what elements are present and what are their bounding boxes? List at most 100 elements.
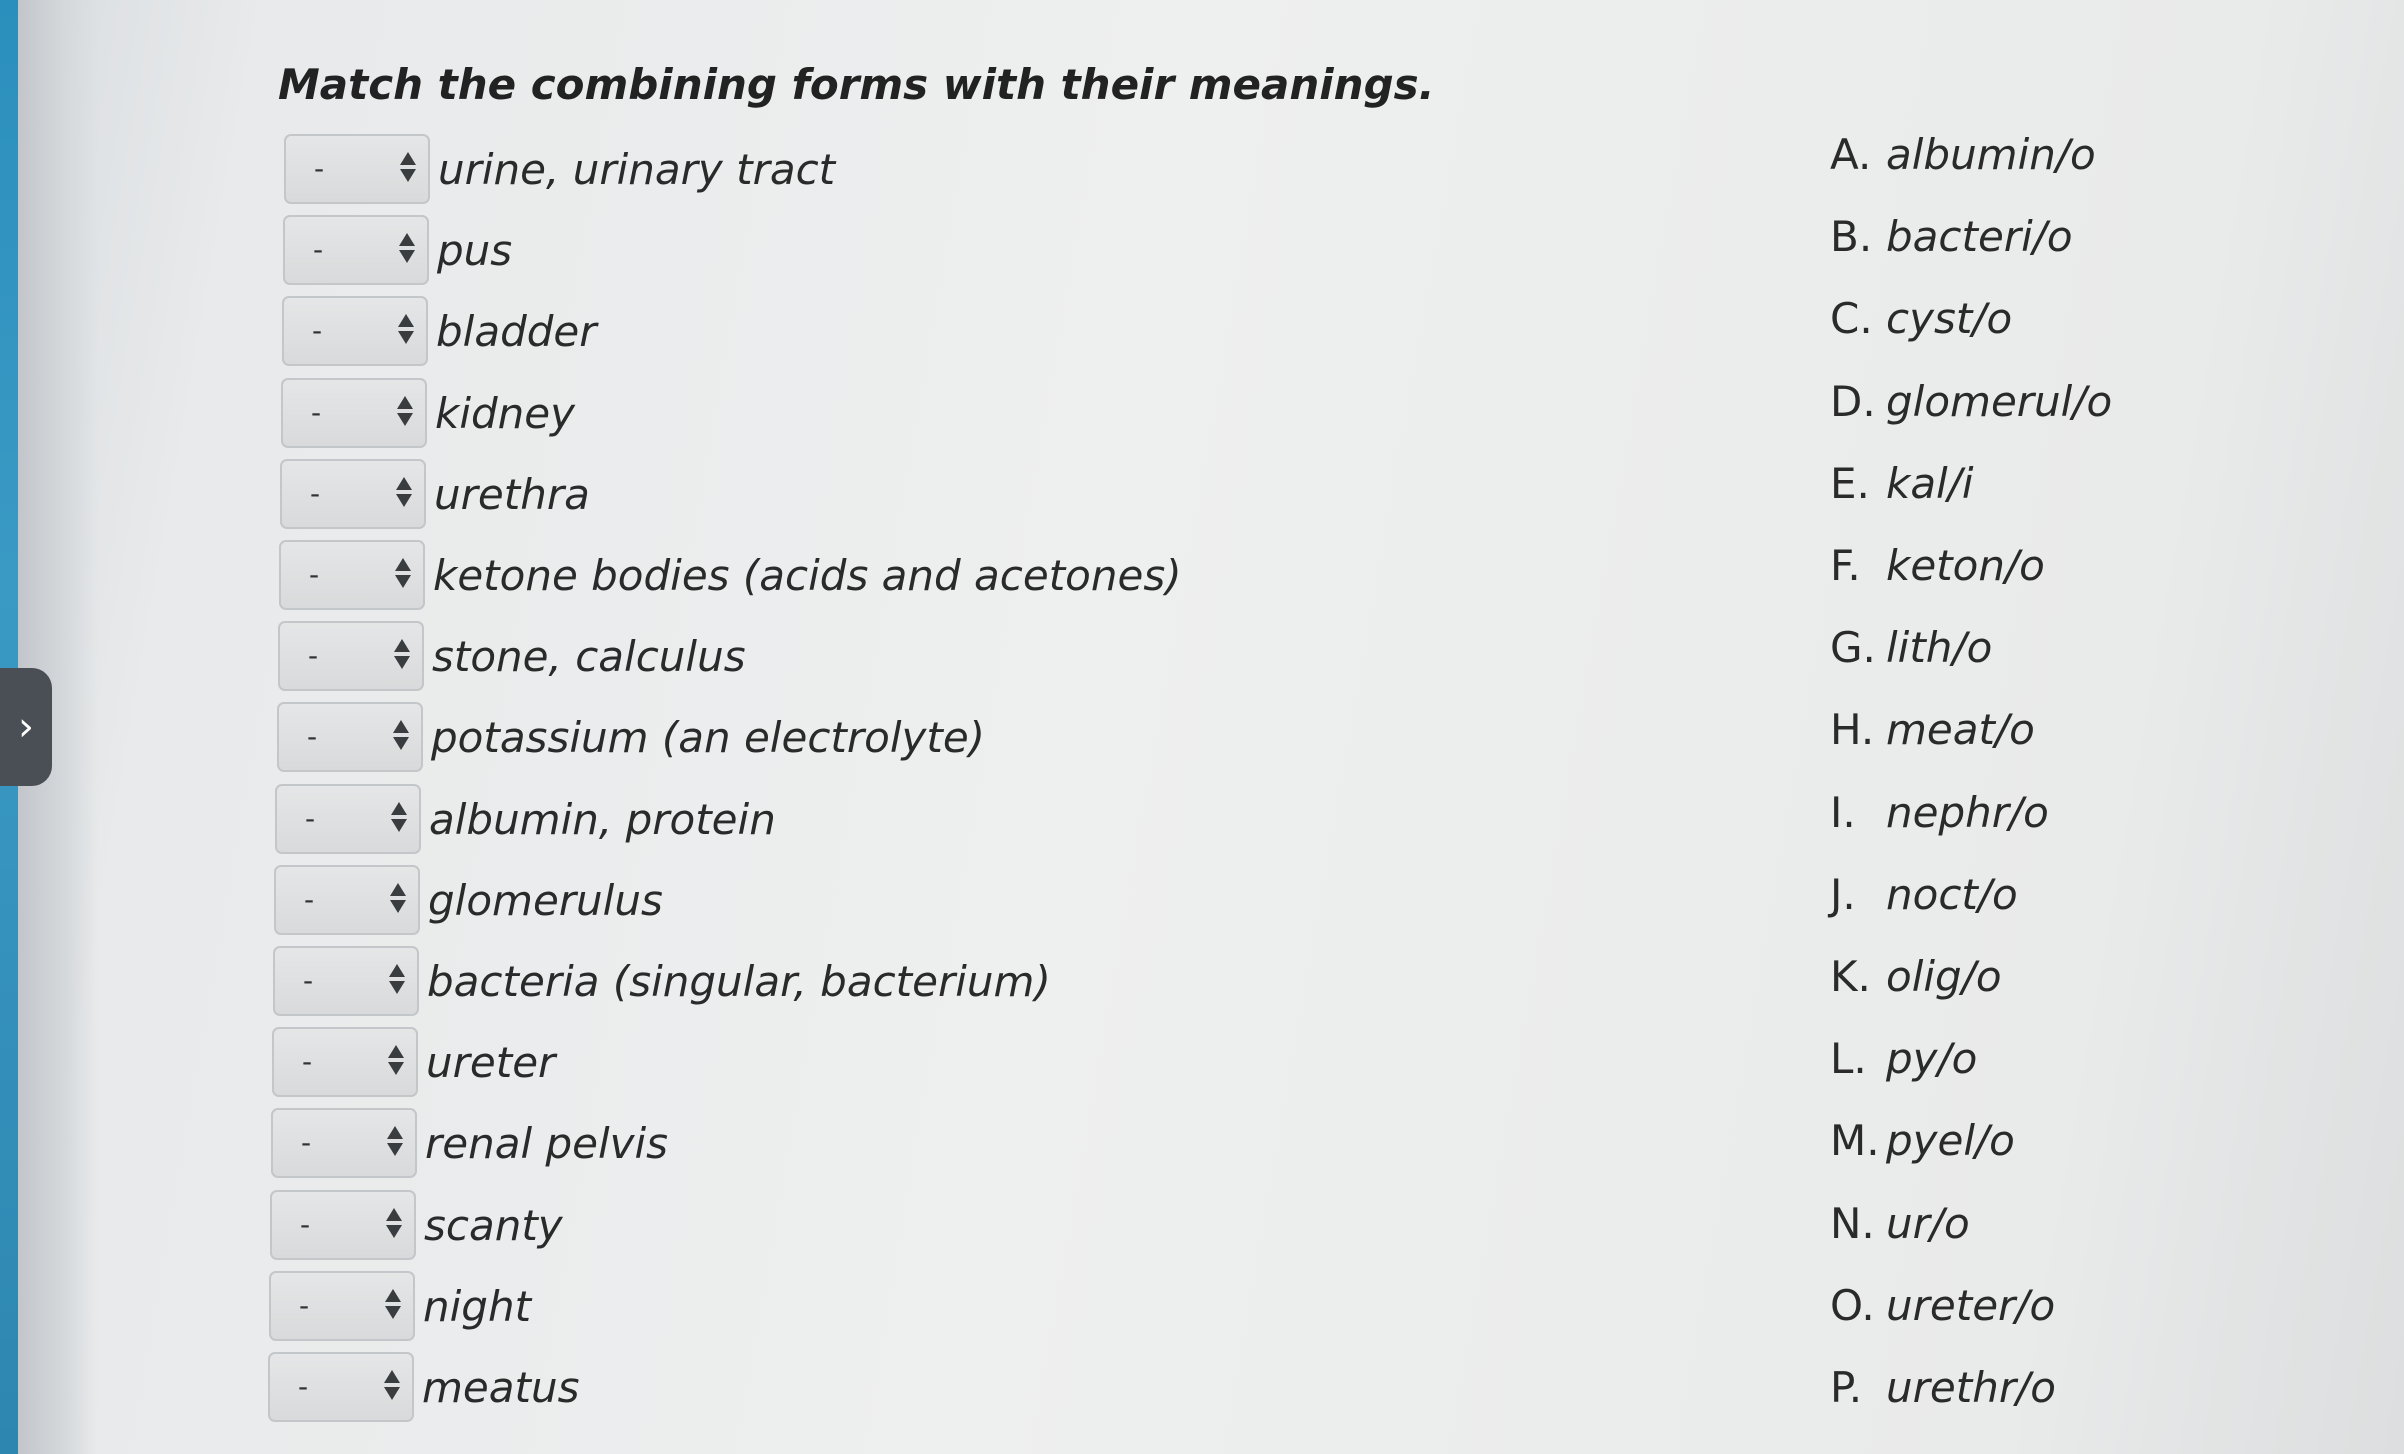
arrow-down-icon (399, 250, 415, 263)
answer-select[interactable]: - (279, 540, 425, 610)
select-arrows-icon (400, 152, 416, 182)
meaning-text: albumin, protein (429, 794, 776, 844)
answer-option: G. lith/o (1830, 623, 1992, 672)
answer-select[interactable]: - (282, 296, 428, 366)
answer-option: N. ur/o (1830, 1199, 1970, 1248)
combining-form: ureter/o (1886, 1281, 2056, 1330)
arrow-up-icon (393, 720, 409, 733)
arrow-down-icon (385, 1306, 401, 1319)
match-row: - bacteria (singular, bacterium) (273, 944, 1051, 1018)
answer-select[interactable]: - (284, 134, 430, 204)
select-arrows-icon (399, 233, 415, 263)
option-letter: E. (1830, 459, 1870, 508)
arrow-down-icon (386, 1225, 402, 1238)
option-letter: A. (1830, 130, 1872, 179)
answer-select[interactable]: - (269, 1271, 415, 1341)
option-letter: O. (1830, 1281, 1875, 1330)
meaning-text: pus (437, 225, 513, 275)
answer-option: F. keton/o (1830, 541, 2045, 590)
answer-option: A. albumin/o (1830, 130, 2096, 179)
meaning-text: renal pelvis (425, 1118, 669, 1168)
answer-option: H. meat/o (1830, 705, 2035, 754)
arrow-up-icon (384, 1370, 400, 1383)
match-row: - stone, calculus (278, 619, 746, 693)
combining-form: glomerul/o (1886, 377, 2113, 426)
arrow-up-icon (395, 558, 411, 571)
arrow-down-icon (397, 413, 413, 426)
arrow-up-icon (400, 152, 416, 165)
answer-option: P. urethr/o (1830, 1363, 2056, 1412)
combining-form: py/o (1886, 1034, 1978, 1083)
combining-form: nephr/o (1886, 788, 2049, 837)
combining-form: kal/i (1886, 459, 1974, 508)
meaning-text: bacteria (singular, bacterium) (427, 956, 1051, 1006)
combining-form: meat/o (1886, 705, 2035, 754)
answer-option: O. ureter/o (1830, 1281, 2055, 1330)
combining-form: ur/o (1886, 1199, 1970, 1248)
option-letter: B. (1830, 212, 1873, 261)
arrow-down-icon (395, 575, 411, 588)
select-value: - (312, 314, 323, 347)
combining-form: albumin/o (1886, 130, 2096, 179)
answer-select[interactable]: - (278, 621, 424, 691)
arrow-down-icon (391, 819, 407, 832)
answer-option: M. pyel/o (1830, 1116, 2015, 1165)
select-value: - (303, 964, 314, 997)
answer-option: C. cyst/o (1830, 294, 2012, 343)
select-value: - (299, 1289, 310, 1322)
answer-select[interactable]: - (281, 378, 427, 448)
meaning-text: scanty (424, 1200, 563, 1250)
answer-select[interactable]: - (271, 1108, 417, 1178)
meaning-text: glomerulus (428, 875, 663, 925)
arrow-up-icon (398, 314, 414, 327)
option-letter: H. (1830, 705, 1875, 754)
meaning-text: bladder (436, 306, 597, 356)
answer-select[interactable]: - (275, 784, 421, 854)
match-row: - glomerulus (274, 863, 663, 937)
combining-form: lith/o (1886, 623, 1993, 672)
combining-form: noct/o (1886, 870, 2018, 919)
answer-select[interactable]: - (272, 1027, 418, 1097)
select-value: - (301, 1126, 312, 1159)
arrow-down-icon (389, 981, 405, 994)
option-letter: C. (1830, 294, 1873, 343)
select-arrows-icon (389, 964, 405, 994)
arrow-down-icon (390, 900, 406, 913)
answer-select[interactable]: - (273, 946, 419, 1016)
arrow-up-icon (396, 477, 412, 490)
select-arrows-icon (395, 558, 411, 588)
select-arrows-icon (394, 639, 410, 669)
select-arrows-icon (386, 1208, 402, 1238)
answer-select[interactable]: - (274, 865, 420, 935)
select-value: - (302, 1045, 313, 1078)
meaning-text: ketone bodies (acids and acetones) (433, 550, 1182, 600)
arrow-down-icon (388, 1062, 404, 1075)
meaning-text: meatus (422, 1362, 580, 1412)
option-letter: M. (1830, 1116, 1880, 1165)
sidebar-toggle-button[interactable]: › (0, 668, 52, 786)
select-arrows-icon (385, 1289, 401, 1319)
select-value: - (311, 396, 322, 429)
question-title: Match the combining forms with their mea… (278, 60, 1435, 109)
combining-form: bacteri/o (1886, 212, 2073, 261)
arrow-down-icon (398, 331, 414, 344)
match-row: - albumin, protein (275, 782, 776, 856)
answer-select[interactable]: - (268, 1352, 414, 1422)
combining-form: olig/o (1886, 952, 2002, 1001)
chevron-right-icon: › (18, 704, 34, 750)
answer-select[interactable]: - (280, 459, 426, 529)
meaning-text: urethra (434, 469, 590, 519)
match-row: - potassium (an electrolyte) (277, 700, 985, 774)
answer-select[interactable]: - (277, 702, 423, 772)
arrow-up-icon (387, 1126, 403, 1139)
arrow-up-icon (385, 1289, 401, 1302)
option-letter: G. (1830, 623, 1876, 672)
answer-option: B. bacteri/o (1830, 212, 2073, 261)
select-arrows-icon (393, 720, 409, 750)
match-row: - ureter (272, 1025, 555, 1099)
select-value: - (310, 477, 321, 510)
combining-form: pyel/o (1886, 1116, 2015, 1165)
match-row: - night (269, 1269, 531, 1343)
answer-select[interactable]: - (270, 1190, 416, 1260)
answer-select[interactable]: - (283, 215, 429, 285)
